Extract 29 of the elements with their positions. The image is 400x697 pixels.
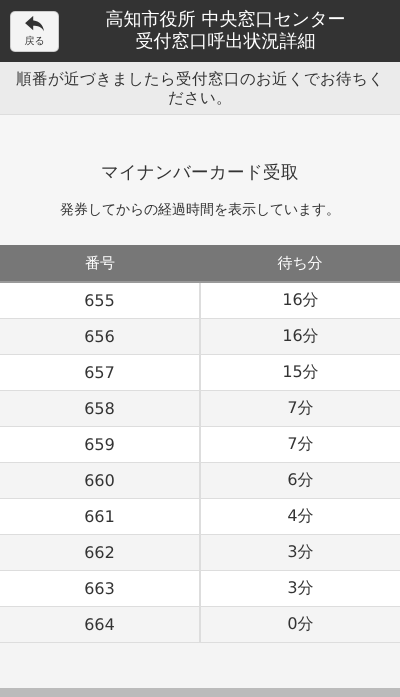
table-cell: 660 bbox=[0, 462, 200, 498]
column-header: 番号 bbox=[0, 245, 200, 282]
table-cell: 655 bbox=[0, 282, 200, 318]
table-cell: 16分 bbox=[200, 282, 400, 318]
table-cell: 663 bbox=[0, 570, 200, 606]
column-header: 待ち分 bbox=[200, 245, 400, 282]
page-title: 受付窓口呼出状況詳細 bbox=[134, 31, 316, 53]
back-button[interactable]: 戻る bbox=[10, 10, 59, 52]
notice-text: 順番が近づきましたら受付窓口のお近くでお待ちください。 bbox=[0, 62, 400, 115]
table-cell: 3分 bbox=[200, 570, 400, 606]
table-cell: 664 bbox=[0, 606, 200, 642]
table-cell: 3分 bbox=[200, 534, 400, 570]
page-title: 高知市役所 中央窓口センター bbox=[104, 9, 346, 31]
section-title: マイナンバーカード受取 bbox=[101, 162, 299, 184]
back-arrow-icon bbox=[24, 14, 46, 32]
table-cell: 662 bbox=[0, 534, 200, 570]
table-cell: 15分 bbox=[200, 354, 400, 390]
table-cell: 0分 bbox=[200, 606, 400, 642]
table-cell: 661 bbox=[0, 498, 200, 534]
table-cell: 657 bbox=[0, 354, 200, 390]
table-cell: 659 bbox=[0, 426, 200, 462]
table-cell: 658 bbox=[0, 390, 200, 426]
table-cell: 4分 bbox=[200, 498, 400, 534]
table-cell: 7分 bbox=[200, 390, 400, 426]
table-cell: 656 bbox=[0, 318, 200, 354]
table-cell: 16分 bbox=[200, 318, 400, 354]
section-subtitle: 発券してからの経過時間を表示しています。 bbox=[60, 201, 340, 219]
table-cell: 7分 bbox=[200, 426, 400, 462]
table-cell: 6分 bbox=[200, 462, 400, 498]
